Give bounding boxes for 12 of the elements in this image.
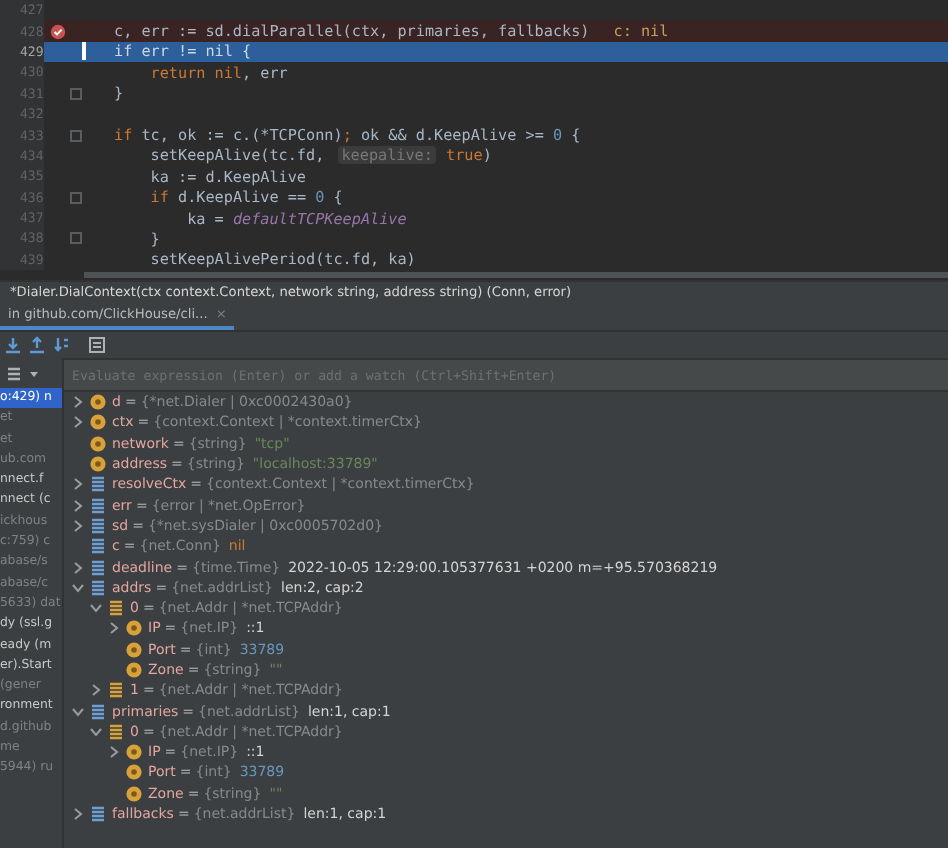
fold-icon[interactable] [70,129,82,142]
list-icon[interactable] [88,336,106,354]
breakpoint-icon[interactable] [50,23,66,40]
fold-icon[interactable] [70,191,82,204]
step-out-icon[interactable] [52,336,70,354]
list-icon[interactable] [6,365,22,381]
scrollbar[interactable] [84,272,948,278]
step-into-icon[interactable] [28,336,46,354]
fold-icon[interactable] [70,87,82,100]
step-over-icon[interactable] [4,336,22,354]
caret-icon[interactable] [28,367,40,379]
fold-icon[interactable] [70,232,82,245]
